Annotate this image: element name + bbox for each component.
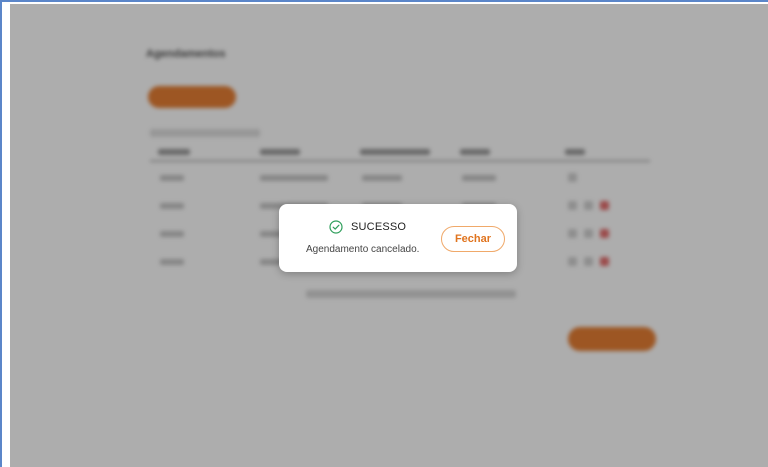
success-dialog: SUCESSO Agendamento cancelado. Fechar: [279, 204, 517, 272]
dialog-message: Agendamento cancelado.: [306, 244, 420, 255]
dialog-header: SUCESSO: [329, 220, 406, 234]
close-button[interactable]: Fechar: [441, 226, 505, 252]
check-circle-icon: [329, 220, 343, 234]
dialog-title: SUCESSO: [351, 221, 407, 233]
app-window: Agendamentos SUCESSO Agendamento cancela…: [0, 0, 768, 467]
